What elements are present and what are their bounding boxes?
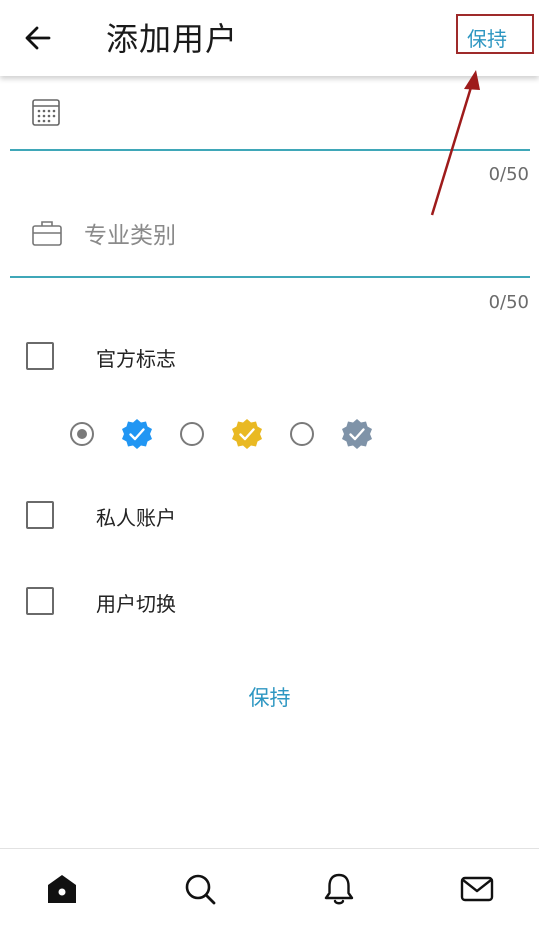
char-counter: 0/50 bbox=[488, 292, 529, 313]
badge-selector bbox=[68, 418, 388, 454]
nav-messages[interactable] bbox=[459, 871, 495, 907]
badge-radio-1[interactable] bbox=[70, 422, 94, 446]
badge-radio-3[interactable] bbox=[290, 422, 314, 446]
save-button-label: 保持 bbox=[467, 27, 507, 51]
user-switch-checkbox[interactable] bbox=[26, 587, 54, 615]
private-account-label: 私人账户 bbox=[96, 506, 176, 530]
official-badge-label: 官方标志 bbox=[96, 347, 176, 371]
back-button[interactable] bbox=[18, 18, 58, 58]
professional-category-field[interactable]: 专业类别 bbox=[10, 196, 530, 278]
official-badge-checkbox[interactable] bbox=[26, 342, 54, 370]
date-field[interactable] bbox=[10, 76, 530, 151]
private-account-checkbox[interactable] bbox=[26, 501, 54, 529]
gold-verified-badge-icon[interactable] bbox=[230, 418, 264, 452]
professional-category-placeholder: 专业类别 bbox=[84, 223, 176, 249]
bell-icon bbox=[324, 873, 354, 905]
save-button-top[interactable]: 保持 bbox=[456, 14, 534, 54]
bottom-nav bbox=[0, 848, 539, 929]
home-icon bbox=[48, 875, 76, 903]
nav-notifications[interactable] bbox=[321, 871, 357, 907]
briefcase-icon bbox=[32, 221, 62, 246]
blue-verified-badge-icon[interactable] bbox=[120, 418, 154, 452]
badge-radio-2[interactable] bbox=[180, 422, 204, 446]
user-switch-label: 用户切换 bbox=[96, 592, 176, 616]
calendar-icon bbox=[32, 99, 60, 126]
search-icon bbox=[185, 874, 216, 905]
nav-search[interactable] bbox=[182, 871, 218, 907]
gray-verified-badge-icon[interactable] bbox=[340, 418, 374, 452]
char-counter: 0/50 bbox=[488, 164, 529, 185]
arrow-left-icon bbox=[25, 26, 51, 50]
app-header: 添加用户 保持 bbox=[0, 0, 539, 76]
save-button-bottom[interactable]: 保持 bbox=[0, 682, 539, 712]
nav-home[interactable] bbox=[44, 871, 80, 907]
mail-icon bbox=[460, 876, 494, 902]
page-title: 添加用户 bbox=[106, 20, 239, 58]
